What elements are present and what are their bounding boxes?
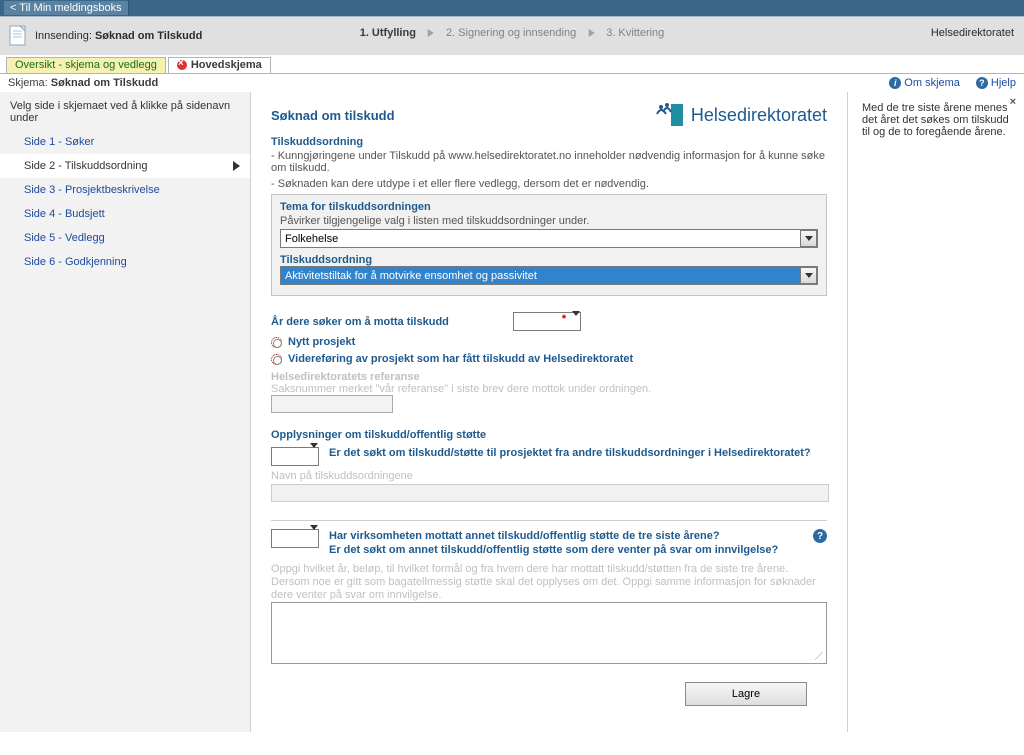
- document-icon: [8, 24, 30, 48]
- step-3: 3. Kvittering: [606, 27, 664, 39]
- tilskuddsordning-heading: Tilskuddsordning: [271, 136, 827, 148]
- close-icon[interactable]: ×: [1010, 96, 1016, 108]
- ordninger-navn-label: Navn på tilskuddsordningene: [271, 470, 827, 482]
- back-to-inbox-button[interactable]: < Til Min meldingsboks: [4, 1, 129, 15]
- radio-icon: [271, 354, 282, 365]
- chevron-down-icon: [800, 267, 817, 284]
- tilskuddsordning-info-2: - Søknaden kan dere utdype i et eller fl…: [271, 178, 827, 190]
- logo-icon: [655, 102, 685, 128]
- page-title: Innsending: Søknad om Tilskudd: [35, 30, 202, 42]
- tabbar: Oversikt - skjema og vedlegg Hovedskjema: [0, 55, 1024, 74]
- form-title: Søknad om tilskudd: [271, 108, 395, 123]
- sidebar-heading: Velg side i skjemaet ved å klikke på sid…: [0, 98, 250, 130]
- step-1: 1. Utfylling: [360, 27, 416, 39]
- chevron-down-icon: [572, 316, 580, 328]
- save-button[interactable]: Lagre: [685, 682, 807, 706]
- chevron-down-icon: [310, 448, 318, 465]
- sidebar-item-side6[interactable]: Side 6 - Godkjenning: [0, 250, 250, 274]
- radio-icon: [271, 337, 282, 348]
- ref-input-disabled: [271, 395, 393, 413]
- mottatt-annet-label-b: Er det søkt om annet tilskudd/offentlig …: [329, 543, 803, 557]
- tema-select[interactable]: Folkehelse: [280, 229, 818, 248]
- chevron-right-icon: [588, 29, 594, 37]
- tema-text: Påvirker tilgjengelige valg i listen med…: [280, 215, 818, 227]
- chevron-right-icon: [233, 161, 240, 171]
- tema-title: Tema for tilskuddsordningen: [280, 201, 818, 213]
- header: Innsending: Søknad om Tilskudd 1. Utfyll…: [0, 16, 1024, 55]
- question-icon: ?: [976, 77, 988, 89]
- topbar: < Til Min meldingsboks: [0, 0, 1024, 16]
- chevron-right-icon: [428, 29, 434, 37]
- radio-videreforing[interactable]: Videreføring av prosjekt som har fått ti…: [271, 353, 827, 365]
- sidebar-item-side2[interactable]: Side 2 - Tilskuddsordning: [0, 154, 250, 178]
- help-panel: × Med de tre siste årene menes det året …: [848, 92, 1024, 732]
- tab-hovedskjema[interactable]: Hovedskjema: [168, 57, 271, 73]
- main: Velg side i skjemaet ved å klikke på sid…: [0, 92, 1024, 732]
- helsedirektoratet-logo: Helsedirektoratet: [655, 102, 827, 128]
- ordning-select[interactable]: Aktivitetstiltak for å motvirke ensomhet…: [280, 266, 818, 285]
- schema-line: Skjema: Søknad om Tilskudd i Om skjema ?…: [0, 74, 1024, 92]
- organization-label: Helsedirektoratet: [931, 27, 1014, 39]
- step-2: 2. Signering og innsending: [446, 27, 576, 39]
- step-indicator: 1. Utfylling 2. Signering og innsending …: [360, 27, 665, 39]
- opplysninger-heading: Opplysninger om tilskudd/offentlig støtt…: [271, 429, 827, 441]
- sidebar-item-side1[interactable]: Side 1 - Søker: [0, 130, 250, 154]
- mottatt-annet-select[interactable]: [271, 529, 319, 548]
- about-schema-link[interactable]: i Om skjema: [889, 77, 960, 89]
- chevron-down-icon: [310, 530, 318, 547]
- sidebar-item-side5[interactable]: Side 5 - Vedlegg: [0, 226, 250, 250]
- tab-overview[interactable]: Oversikt - skjema og vedlegg: [6, 57, 166, 73]
- required-marker: *: [562, 313, 566, 325]
- radio-nytt-prosjekt[interactable]: Nytt prosjekt: [271, 336, 827, 348]
- ordninger-navn-input-disabled: [271, 484, 829, 502]
- error-icon: [177, 60, 187, 70]
- ref-text-disabled: Saksnummer merket "vår referanse" i sist…: [271, 383, 827, 395]
- chevron-down-icon: [800, 230, 817, 247]
- form-column: Søknad om tilskudd Helsedirektoratet Til…: [251, 92, 848, 732]
- mottatt-annet-helptext: Oppgi hvilket år, beløp, til hvilket for…: [271, 563, 827, 602]
- year-label: År dere søker om å motta tilskudd: [271, 316, 449, 328]
- help-text: Med de tre siste årene menes det året de…: [862, 102, 1010, 138]
- tilskuddsordning-info-1: - Kunngjøringene under Tilskudd på www.h…: [271, 150, 827, 174]
- ref-title-disabled: Helsedirektoratets referanse: [271, 371, 827, 383]
- separator: [271, 520, 827, 521]
- year-select[interactable]: *: [513, 312, 581, 331]
- tema-group: Tema for tilskuddsordningen Påvirker til…: [271, 194, 827, 296]
- ordning-title: Tilskuddsordning: [280, 254, 818, 266]
- sokt-andre-select[interactable]: [271, 447, 319, 466]
- sidebar-item-side3[interactable]: Side 3 - Prosjektbeskrivelse: [0, 178, 250, 202]
- help-link[interactable]: ? Hjelp: [976, 77, 1016, 89]
- sidebar-item-side4[interactable]: Side 4 - Budsjett: [0, 202, 250, 226]
- info-icon: i: [889, 77, 901, 89]
- sidebar: Velg side i skjemaet ved å klikke på sid…: [0, 92, 251, 732]
- mottatt-annet-textarea[interactable]: [271, 602, 827, 664]
- help-icon[interactable]: ?: [813, 529, 827, 543]
- mottatt-annet-label-a: Har virksomheten mottatt annet tilskudd/…: [329, 529, 803, 543]
- sokt-andre-label: Er det søkt om tilskudd/støtte til prosj…: [329, 447, 811, 459]
